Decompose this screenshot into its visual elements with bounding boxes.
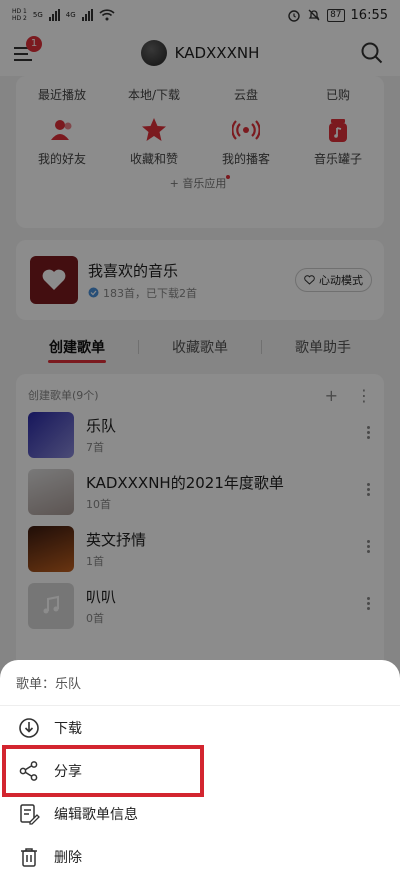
delete-label: 删除 [54, 849, 82, 866]
trash-icon [21, 847, 37, 867]
download-label: 下载 [54, 720, 82, 737]
delete-option[interactable]: 删除 [0, 835, 400, 878]
edit-icon [20, 803, 40, 825]
edit-info-option[interactable]: 编辑歌单信息 [0, 792, 400, 835]
sheet-title: 歌单：乐队 [0, 660, 400, 706]
download-icon [19, 717, 39, 738]
download-option[interactable]: 下载 [0, 706, 400, 749]
edit-info-label: 编辑歌单信息 [54, 806, 138, 823]
share-highlight-box [2, 745, 204, 797]
